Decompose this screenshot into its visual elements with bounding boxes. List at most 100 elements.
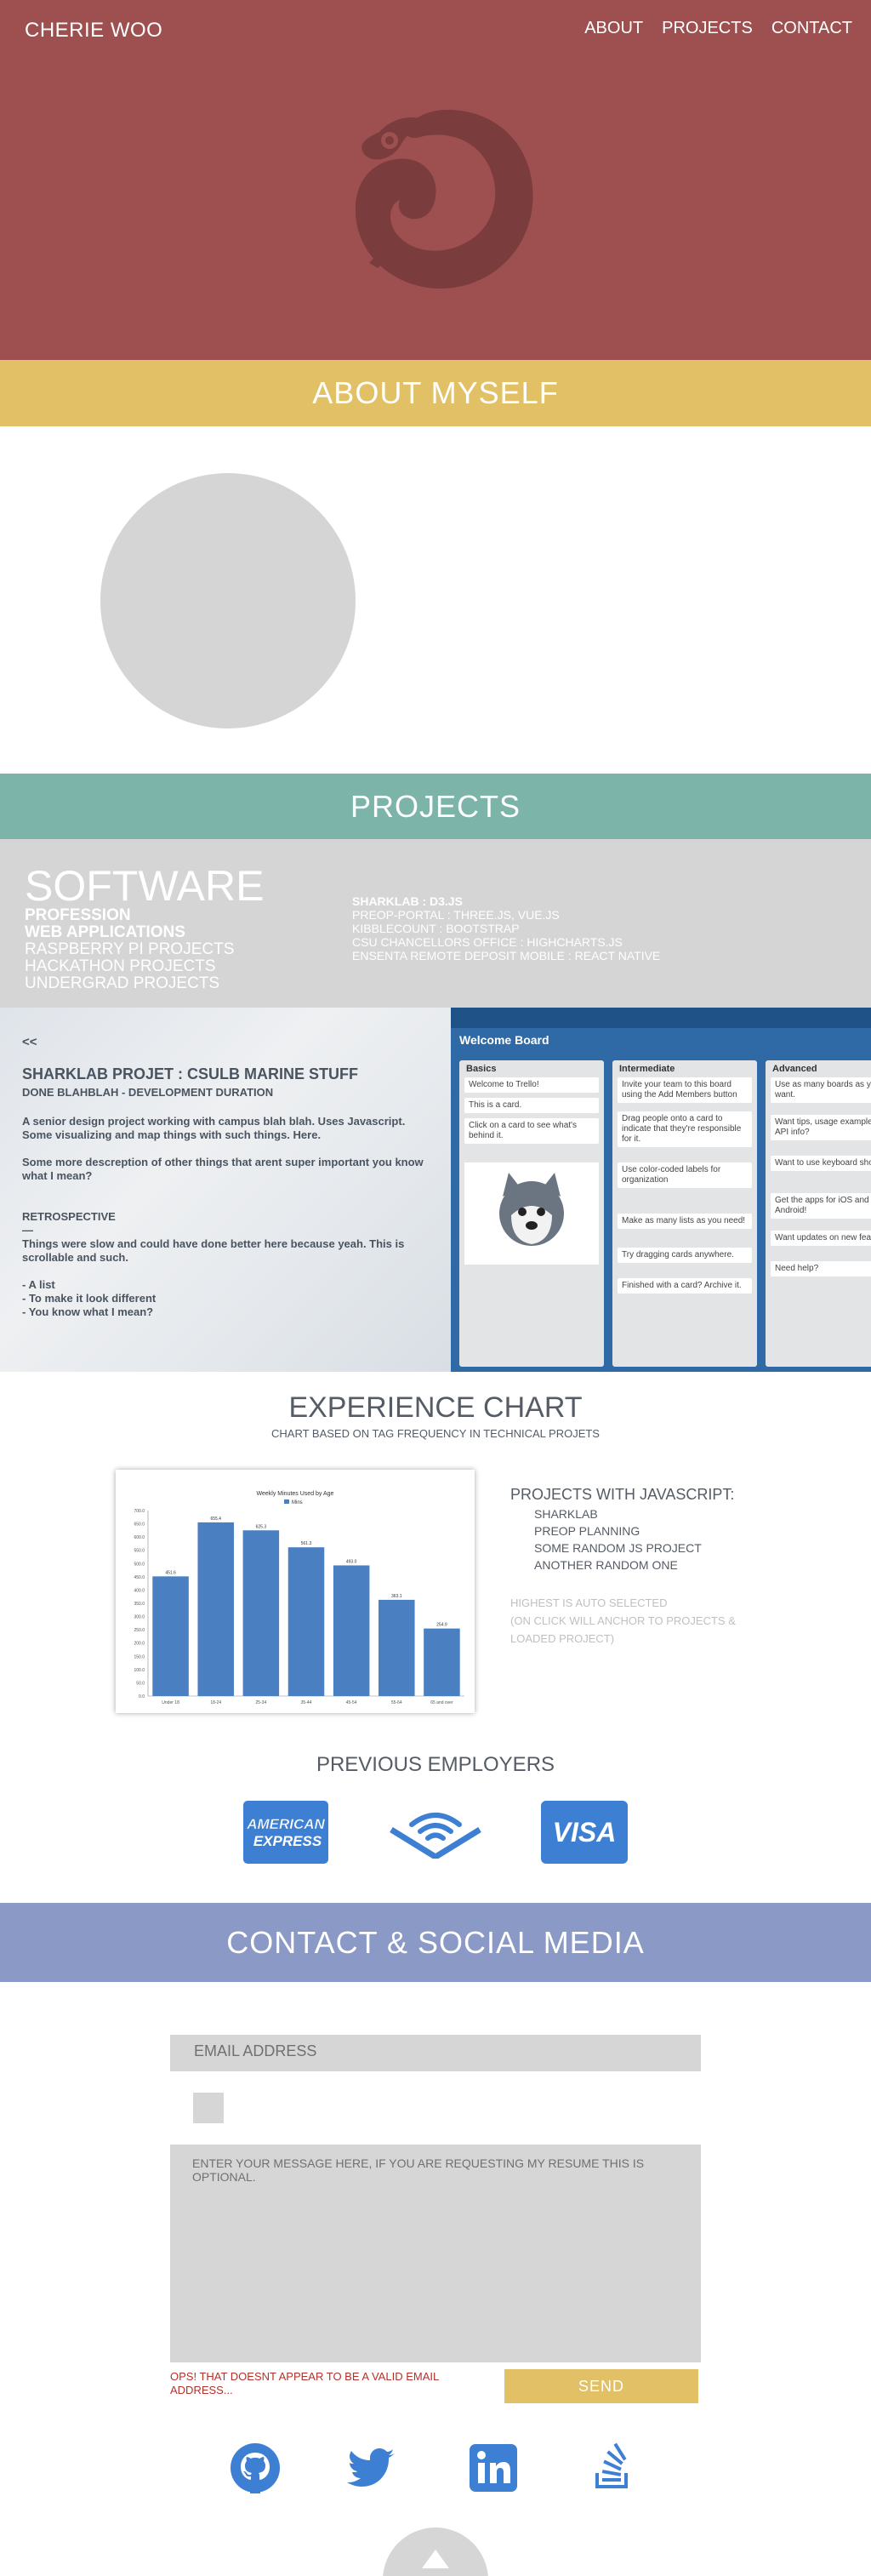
chart-x-tick-label: 18-24 xyxy=(210,1700,221,1705)
category-item[interactable]: WEB APPLICATIONS xyxy=(25,924,234,941)
javascript-project-item[interactable]: SOME RANDOM JS PROJECT xyxy=(534,1541,734,1555)
software-title: SOFTWARE xyxy=(25,862,265,910)
board-card: Welcome to Trello! xyxy=(464,1077,599,1093)
nav-contact-link[interactable]: CONTACT xyxy=(771,19,852,38)
category-item[interactable]: HACKATHON PROJECTS xyxy=(25,958,234,975)
board-card: Try dragging cards anywhere. xyxy=(618,1248,752,1263)
chart-y-tick-label: 600.0 xyxy=(134,1535,145,1540)
stackoverflow-icon[interactable] xyxy=(587,2442,638,2493)
twitter-icon[interactable] xyxy=(347,2442,398,2493)
retrospective-heading: RETROSPECTIVE xyxy=(22,1210,116,1223)
chart-note-line: HIGHEST IS AUTO SELECTED xyxy=(510,1596,668,1609)
chart-note: HIGHEST IS AUTO SELECTED (ON CLICK WILL … xyxy=(510,1594,736,1648)
email-field[interactable]: EMAIL ADDRESS xyxy=(170,2035,701,2071)
message-field[interactable]: ENTER YOUR MESSAGE HERE, IF YOU ARE REQU… xyxy=(170,2145,701,2362)
project-detail: << SHARKLAB PROJET : CSULB MARINE STUFF … xyxy=(0,1008,871,1372)
chart-y-tick-label: 50.0 xyxy=(136,1681,145,1686)
send-button[interactable]: SEND xyxy=(504,2369,698,2403)
chart-data-label: 655.4 xyxy=(210,1516,221,1522)
javascript-project-item[interactable]: SHARKLAB xyxy=(534,1507,734,1521)
board-card: Want to use keyboard shortcuts? xyxy=(771,1156,871,1171)
software-category-list: PROFESSION WEB APPLICATIONS RASPBERRY PI… xyxy=(25,907,234,992)
chart-bar[interactable] xyxy=(242,1530,280,1696)
board-card: Get the apps for iOS and Android! xyxy=(771,1193,871,1219)
experience-subtitle: CHART BASED ON TAG FREQUENCY IN TECHNICA… xyxy=(271,1427,600,1440)
chart-y-tick-label: 450.0 xyxy=(134,1575,145,1580)
category-item[interactable]: RASPBERRY PI PROJECTS xyxy=(25,941,234,958)
chart-bar[interactable] xyxy=(379,1599,415,1696)
category-item[interactable]: PROFESSION xyxy=(25,907,234,924)
american-express-logo: AMERICAN EXPRESS xyxy=(243,1801,328,1864)
contact-heading: CONTACT & SOCIAL MEDIA xyxy=(0,1903,871,1982)
brand-name[interactable]: CHERIE WOO xyxy=(25,19,162,43)
request-resume-checkbox[interactable] xyxy=(193,2093,224,2123)
back-button[interactable]: << xyxy=(22,1035,37,1049)
column-header: Advanced xyxy=(772,1064,817,1074)
scroll-to-top-button[interactable] xyxy=(383,2527,488,2576)
chart-data-label: 625.3 xyxy=(256,1524,267,1529)
audible-logo xyxy=(390,1813,481,1859)
linkedin-icon[interactable] xyxy=(468,2442,519,2493)
list-item: - To make it look different xyxy=(22,1292,157,1305)
chart-x-tick-label: 45-54 xyxy=(346,1700,357,1705)
board-card: Need help? xyxy=(771,1261,871,1277)
board-card: This is a card. xyxy=(464,1098,599,1113)
chart-data-label: 254.9 xyxy=(436,1623,447,1628)
software-project-list: SHARKLAB : D3.JS PREOP-PORTAL : THREE.JS… xyxy=(352,894,660,962)
chart-title: Weekly Minutes Used by Age xyxy=(257,1491,334,1497)
experience-chart[interactable]: Weekly Minutes Used by Age Mins 0.0 50.0 1… xyxy=(116,1470,475,1713)
list-item: - You know what I mean? xyxy=(22,1305,154,1318)
chart-y-tick-label: 550.0 xyxy=(134,1549,145,1554)
chart-note-line: (ON CLICK WILL ANCHOR TO PROJECTS & xyxy=(510,1614,736,1627)
category-item[interactable]: UNDERGRAD PROJECTS xyxy=(25,975,234,992)
board-title: Welcome Board xyxy=(459,1033,549,1047)
list-item: - A list xyxy=(22,1278,55,1291)
project-item[interactable]: KIBBLECOUNT : BOOTSTRAP xyxy=(352,922,660,935)
project-paragraph: A senior design project working with cam… xyxy=(22,1115,406,1141)
project-item[interactable]: CSU CHANCELLORS OFFICE : HIGHCHARTS.JS xyxy=(352,935,660,949)
github-icon[interactable] xyxy=(230,2442,281,2493)
chart-y-tick-label: 500.0 xyxy=(134,1562,145,1567)
board-card: Want tips, usage examples, or API info? xyxy=(771,1115,871,1140)
board-card: Click on a card to see what's behind it. xyxy=(464,1118,599,1144)
column-header: Basics xyxy=(466,1064,497,1074)
page: CHERIE WOO ABOUT PROJECTS CONTACT ABOUT … xyxy=(0,0,871,2576)
chart-y-tick-label: 400.0 xyxy=(134,1588,145,1593)
chart-data-label: 561.3 xyxy=(301,1541,312,1546)
chart-note-line: LOADED PROJECT) xyxy=(510,1632,615,1645)
experience-title: EXPERIENCE CHART xyxy=(288,1391,583,1424)
project-item[interactable]: SHARKLAB : D3.JS xyxy=(352,894,660,908)
javascript-project-item[interactable]: PREOP PLANNING xyxy=(534,1524,734,1538)
project-item[interactable]: ENSENTA REMOTE DEPOSIT MOBILE : REACT NA… xyxy=(352,949,660,962)
visa-logo: VISA xyxy=(541,1801,628,1864)
chart-svg: Weekly Minutes Used by Age Mins 0.0 50.0 1… xyxy=(134,1491,464,1705)
chart-bar[interactable] xyxy=(333,1565,370,1696)
project-item[interactable]: PREOP-PORTAL : THREE.JS, VUE.JS xyxy=(352,908,660,922)
chart-bar[interactable] xyxy=(197,1522,234,1696)
nav-projects-link[interactable]: PROJECTS xyxy=(662,19,753,38)
javascript-project-item[interactable]: ANOTHER RANDOM ONE xyxy=(534,1558,734,1572)
chart-data-label: 493.0 xyxy=(346,1559,357,1564)
chart-x-tick-label: 35-44 xyxy=(301,1700,312,1705)
chart-x-tick-label: Under 18 xyxy=(162,1700,179,1705)
chart-y-tick-label: 250.0 xyxy=(134,1628,145,1633)
board-column: Intermediate Invite your team to this bo… xyxy=(612,1060,757,1367)
chart-y-tick-label: 300.0 xyxy=(134,1615,145,1620)
hero-section: CHERIE WOO ABOUT PROJECTS CONTACT xyxy=(0,0,871,360)
javascript-projects-panel: PROJECTS WITH JAVASCRIPT: SHARKLAB PREOP… xyxy=(510,1486,734,1572)
arrow-up-icon xyxy=(422,2550,449,2568)
chart-bar[interactable] xyxy=(424,1628,460,1696)
project-paragraph: Some more descreption of other things th… xyxy=(22,1156,424,1182)
nav-about-link[interactable]: ABOUT xyxy=(584,19,643,38)
employers-title: PREVIOUS EMPLOYERS xyxy=(316,1753,555,1776)
javascript-projects-heading: PROJECTS WITH JAVASCRIPT: xyxy=(510,1486,735,1503)
chart-x-tick-label: 25-34 xyxy=(255,1700,266,1705)
chart-bar[interactable] xyxy=(287,1547,325,1696)
chart-y-tick-label: 0.0 xyxy=(139,1694,145,1699)
projects-heading: PROJECTS xyxy=(0,774,871,839)
column-header: Intermediate xyxy=(619,1064,675,1074)
software-panel: SOFTWARE PROFESSION WEB APPLICATIONS RAS… xyxy=(0,839,871,1008)
visa-text: VISA xyxy=(553,1817,617,1848)
project-subtitle: DONE BLAHBLAH - DEVELOPMENT DURATION xyxy=(22,1086,274,1099)
chart-bar[interactable] xyxy=(152,1576,189,1696)
